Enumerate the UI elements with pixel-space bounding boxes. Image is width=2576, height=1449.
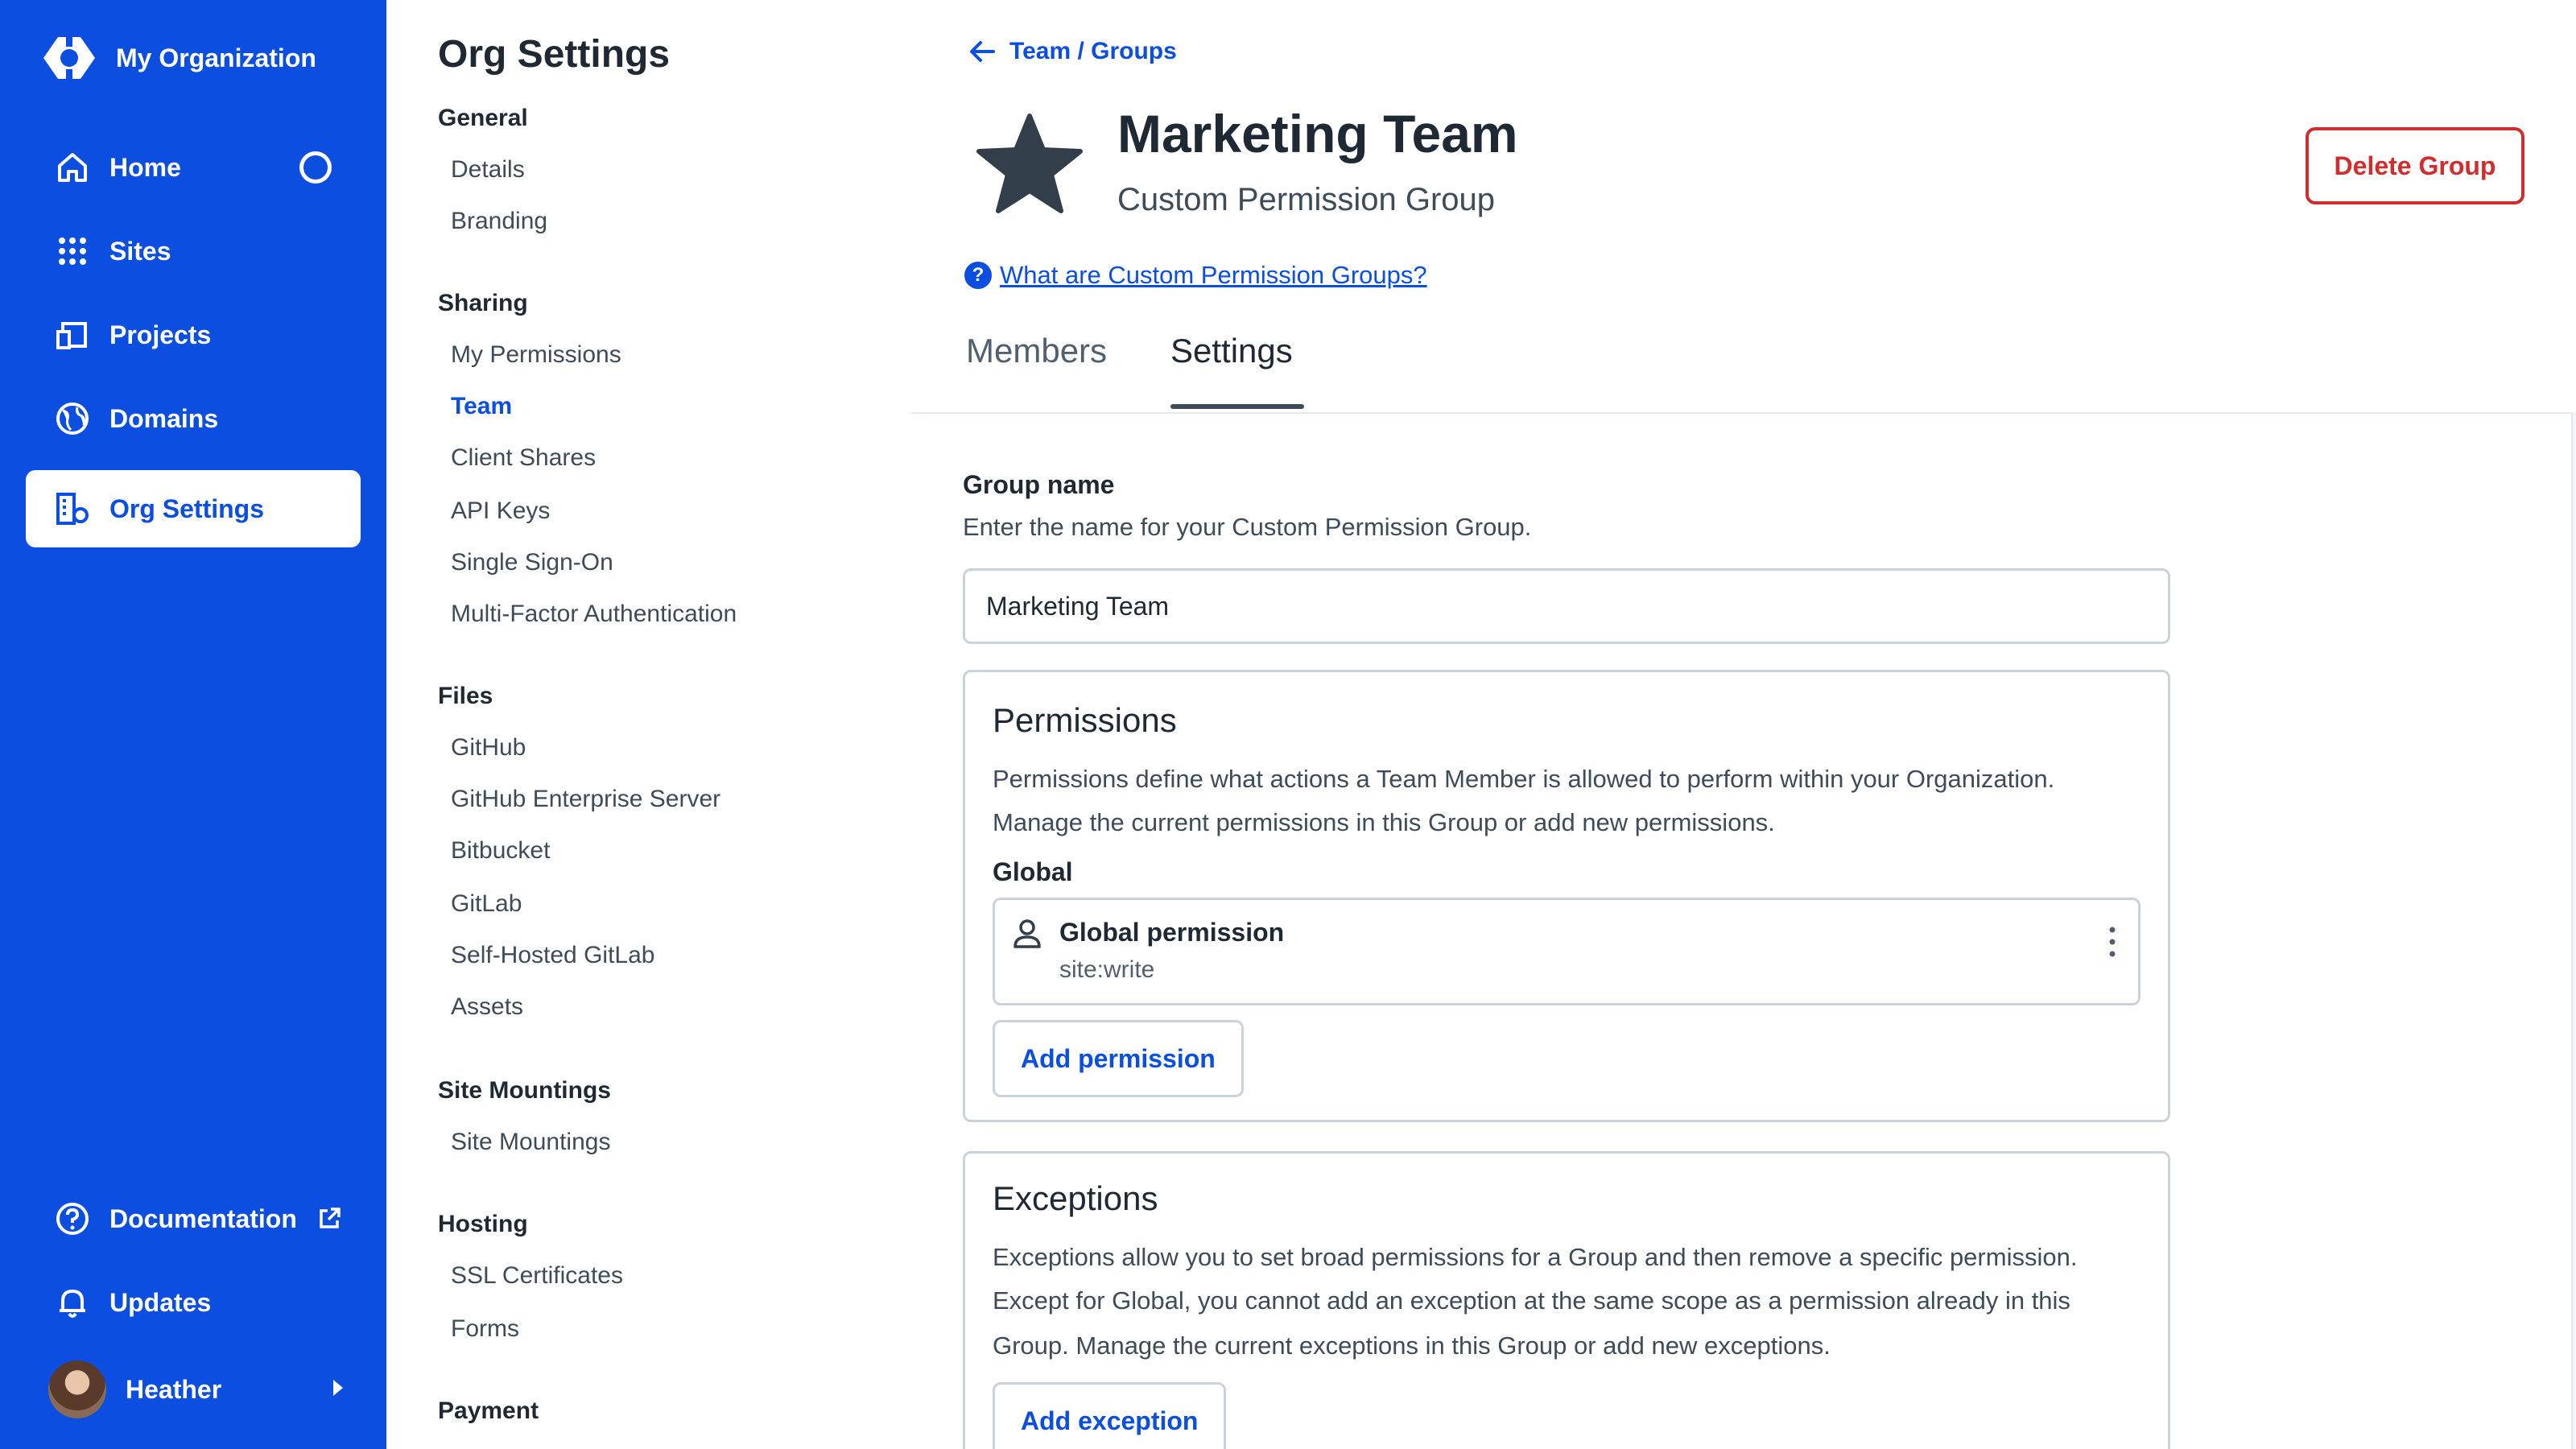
section-heading-payment: Payment	[438, 1397, 539, 1424]
bell-icon	[60, 1290, 85, 1318]
tab-settings[interactable]: Settings	[1170, 332, 1293, 370]
exceptions-card: Exceptions Exceptions allow you to set b…	[963, 1151, 2170, 1449]
page-subtitle: Custom Permission Group	[1117, 182, 1496, 217]
nav-item-documentation[interactable]: Documentation	[26, 1180, 361, 1257]
user-menu[interactable]: Heather	[26, 1351, 361, 1428]
menu-item-bitbucket[interactable]: Bitbucket	[451, 837, 550, 865]
help-link-text[interactable]: What are Custom Permission Groups?	[1000, 261, 1427, 290]
main-content: Team / Groups Marketing Team Custom Perm…	[911, 0, 2576, 1449]
nav-item-label: Updates	[109, 1287, 212, 1317]
home-icon	[58, 153, 87, 182]
arrow-left-icon	[970, 41, 995, 62]
star-icon	[976, 114, 1083, 213]
nav-item-projects[interactable]: Projects	[26, 296, 361, 374]
nav-item-sites[interactable]: Sites	[26, 213, 361, 290]
help-circle-icon	[56, 1203, 89, 1235]
section-heading-general: General	[438, 105, 528, 131]
menu-item-branding[interactable]: Branding	[451, 208, 547, 235]
chevron-right-icon	[333, 1380, 343, 1396]
menu-item-ssl-certificates[interactable]: SSL Certificates	[451, 1262, 623, 1290]
nav-item-label: Home	[109, 152, 181, 182]
org-name: My Organization	[116, 43, 316, 72]
active-tab-indicator	[1170, 404, 1304, 409]
exceptions-title: Exceptions	[993, 1179, 1158, 1217]
section-heading-sharing: Sharing	[438, 290, 528, 316]
help-link[interactable]: ? What are Custom Permission Groups?	[964, 261, 1427, 290]
org-settings-title: Org Settings	[438, 33, 671, 76]
grid-icon	[59, 237, 86, 265]
nav-item-label: Projects	[109, 320, 212, 349]
org-switcher[interactable]: My Organization	[42, 35, 316, 80]
breadcrumb[interactable]: Team / Groups	[966, 35, 1177, 68]
avatar	[48, 1360, 106, 1418]
nav-item-updates[interactable]: Updates	[26, 1264, 361, 1341]
org-settings-sidebar: Org Settings General Details Branding Sh…	[386, 0, 911, 1449]
user-name: Heather	[126, 1374, 222, 1404]
permissions-card: Permissions Permissions define what acti…	[963, 670, 2170, 1122]
nav-item-label: Sites	[109, 236, 171, 266]
exceptions-description-3: Group. Manage the current exceptions in …	[993, 1331, 1831, 1360]
globe-icon	[56, 402, 89, 435]
status-ring-icon	[299, 151, 332, 184]
add-exception-button[interactable]: Add exception	[993, 1382, 1227, 1449]
permissions-scope-label: Global	[993, 857, 1073, 886]
external-link-icon	[320, 1208, 341, 1228]
nav-item-label: Domains	[109, 403, 219, 433]
section-heading-hosting: Hosting	[438, 1211, 528, 1237]
question-circle-icon: ?	[964, 262, 992, 289]
menu-item-assets[interactable]: Assets	[451, 993, 523, 1021]
more-vertical-icon[interactable]	[2109, 926, 2116, 958]
permission-value: site:write	[1059, 956, 1155, 983]
org-settings-icon	[56, 493, 89, 525]
menu-item-site-mountings[interactable]: Site Mountings	[451, 1129, 610, 1156]
projects-icon	[56, 322, 87, 349]
tab-members[interactable]: Members	[966, 332, 1107, 370]
nav-item-home[interactable]: Home	[26, 129, 361, 206]
menu-item-self-hosted-gitlab[interactable]: Self-Hosted GitLab	[451, 942, 654, 969]
settings-panel: Group name Enter the name for your Custo…	[911, 412, 2573, 1449]
nav-item-domains[interactable]: Domains	[26, 380, 361, 457]
nav-item-org-settings[interactable]: Org Settings	[26, 470, 361, 547]
menu-item-team[interactable]: Team	[451, 393, 512, 420]
menu-item-client-shares[interactable]: Client Shares	[451, 444, 596, 472]
group-header: Team / Groups Marketing Team Custom Perm…	[911, 0, 2576, 412]
permissions-title: Permissions	[993, 701, 1177, 739]
menu-item-sso[interactable]: Single Sign-On	[451, 549, 613, 576]
menu-item-github[interactable]: GitHub	[451, 734, 526, 762]
group-name-input[interactable]	[963, 568, 2170, 644]
menu-item-api-keys[interactable]: API Keys	[451, 497, 550, 525]
permission-row: Global permission site:write	[993, 898, 2140, 1005]
user-icon	[1013, 919, 1041, 948]
nav-item-label: Documentation	[109, 1203, 297, 1233]
section-heading-site-mountings: Site Mountings	[438, 1077, 611, 1104]
menu-item-mfa[interactable]: Multi-Factor Authentication	[451, 601, 737, 628]
org-logo-icon	[43, 35, 95, 80]
menu-item-my-permissions[interactable]: My Permissions	[451, 341, 621, 369]
breadcrumb-label: Team / Groups	[1009, 38, 1177, 64]
add-permission-button[interactable]: Add permission	[993, 1020, 1244, 1097]
section-heading-files: Files	[438, 683, 493, 709]
exceptions-description-2: Except for Global, you cannot add an exc…	[993, 1286, 2070, 1315]
page-title: Marketing Team	[1117, 104, 1518, 163]
menu-item-github-enterprise[interactable]: GitHub Enterprise Server	[451, 786, 720, 813]
menu-item-forms[interactable]: Forms	[451, 1315, 519, 1343]
nav-item-label: Org Settings	[109, 493, 265, 523]
menu-item-details[interactable]: Details	[451, 156, 525, 184]
permissions-description-2: Manage the current permissions in this G…	[993, 808, 1775, 836]
permission-name: Global permission	[1059, 918, 1285, 947]
permissions-description-1: Permissions define what actions a Team M…	[993, 765, 2055, 793]
group-name-help: Enter the name for your Custom Permissio…	[963, 513, 1532, 541]
delete-group-button[interactable]: Delete Group	[2306, 127, 2524, 204]
main-nav: My Organization Home Sites Projects Doma…	[0, 0, 386, 1449]
menu-item-gitlab[interactable]: GitLab	[451, 890, 522, 918]
exceptions-description-1: Exceptions allow you to set broad permis…	[993, 1243, 2078, 1271]
group-name-label: Group name	[963, 470, 1115, 499]
